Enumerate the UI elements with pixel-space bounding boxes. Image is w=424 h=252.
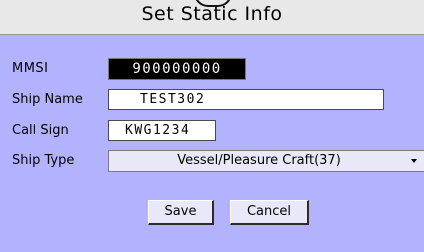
page-title: Set Static Info — [141, 3, 283, 25]
ship-type-select[interactable]: Vessel/Pleasure Craft(37) — [108, 150, 424, 172]
save-button[interactable]: Save — [148, 200, 214, 225]
cancel-button[interactable]: Cancel — [230, 200, 309, 225]
ship-type-selected-value: Vessel/Pleasure Craft(37) — [177, 153, 341, 168]
mmsi-value: 900000000 — [108, 58, 246, 80]
call-sign-field[interactable]: KWG1234 — [108, 120, 216, 141]
ship-name-label: Ship Name — [12, 92, 83, 107]
ship-name-field[interactable]: TEST302 — [108, 89, 384, 110]
mmsi-label: MMSI — [12, 61, 49, 76]
ship-type-label: Ship Type — [12, 153, 75, 168]
chevron-down-icon[interactable] — [411, 159, 417, 163]
call-sign-label: Call Sign — [12, 123, 69, 138]
title-bar: Set Static Info — [0, 0, 424, 35]
